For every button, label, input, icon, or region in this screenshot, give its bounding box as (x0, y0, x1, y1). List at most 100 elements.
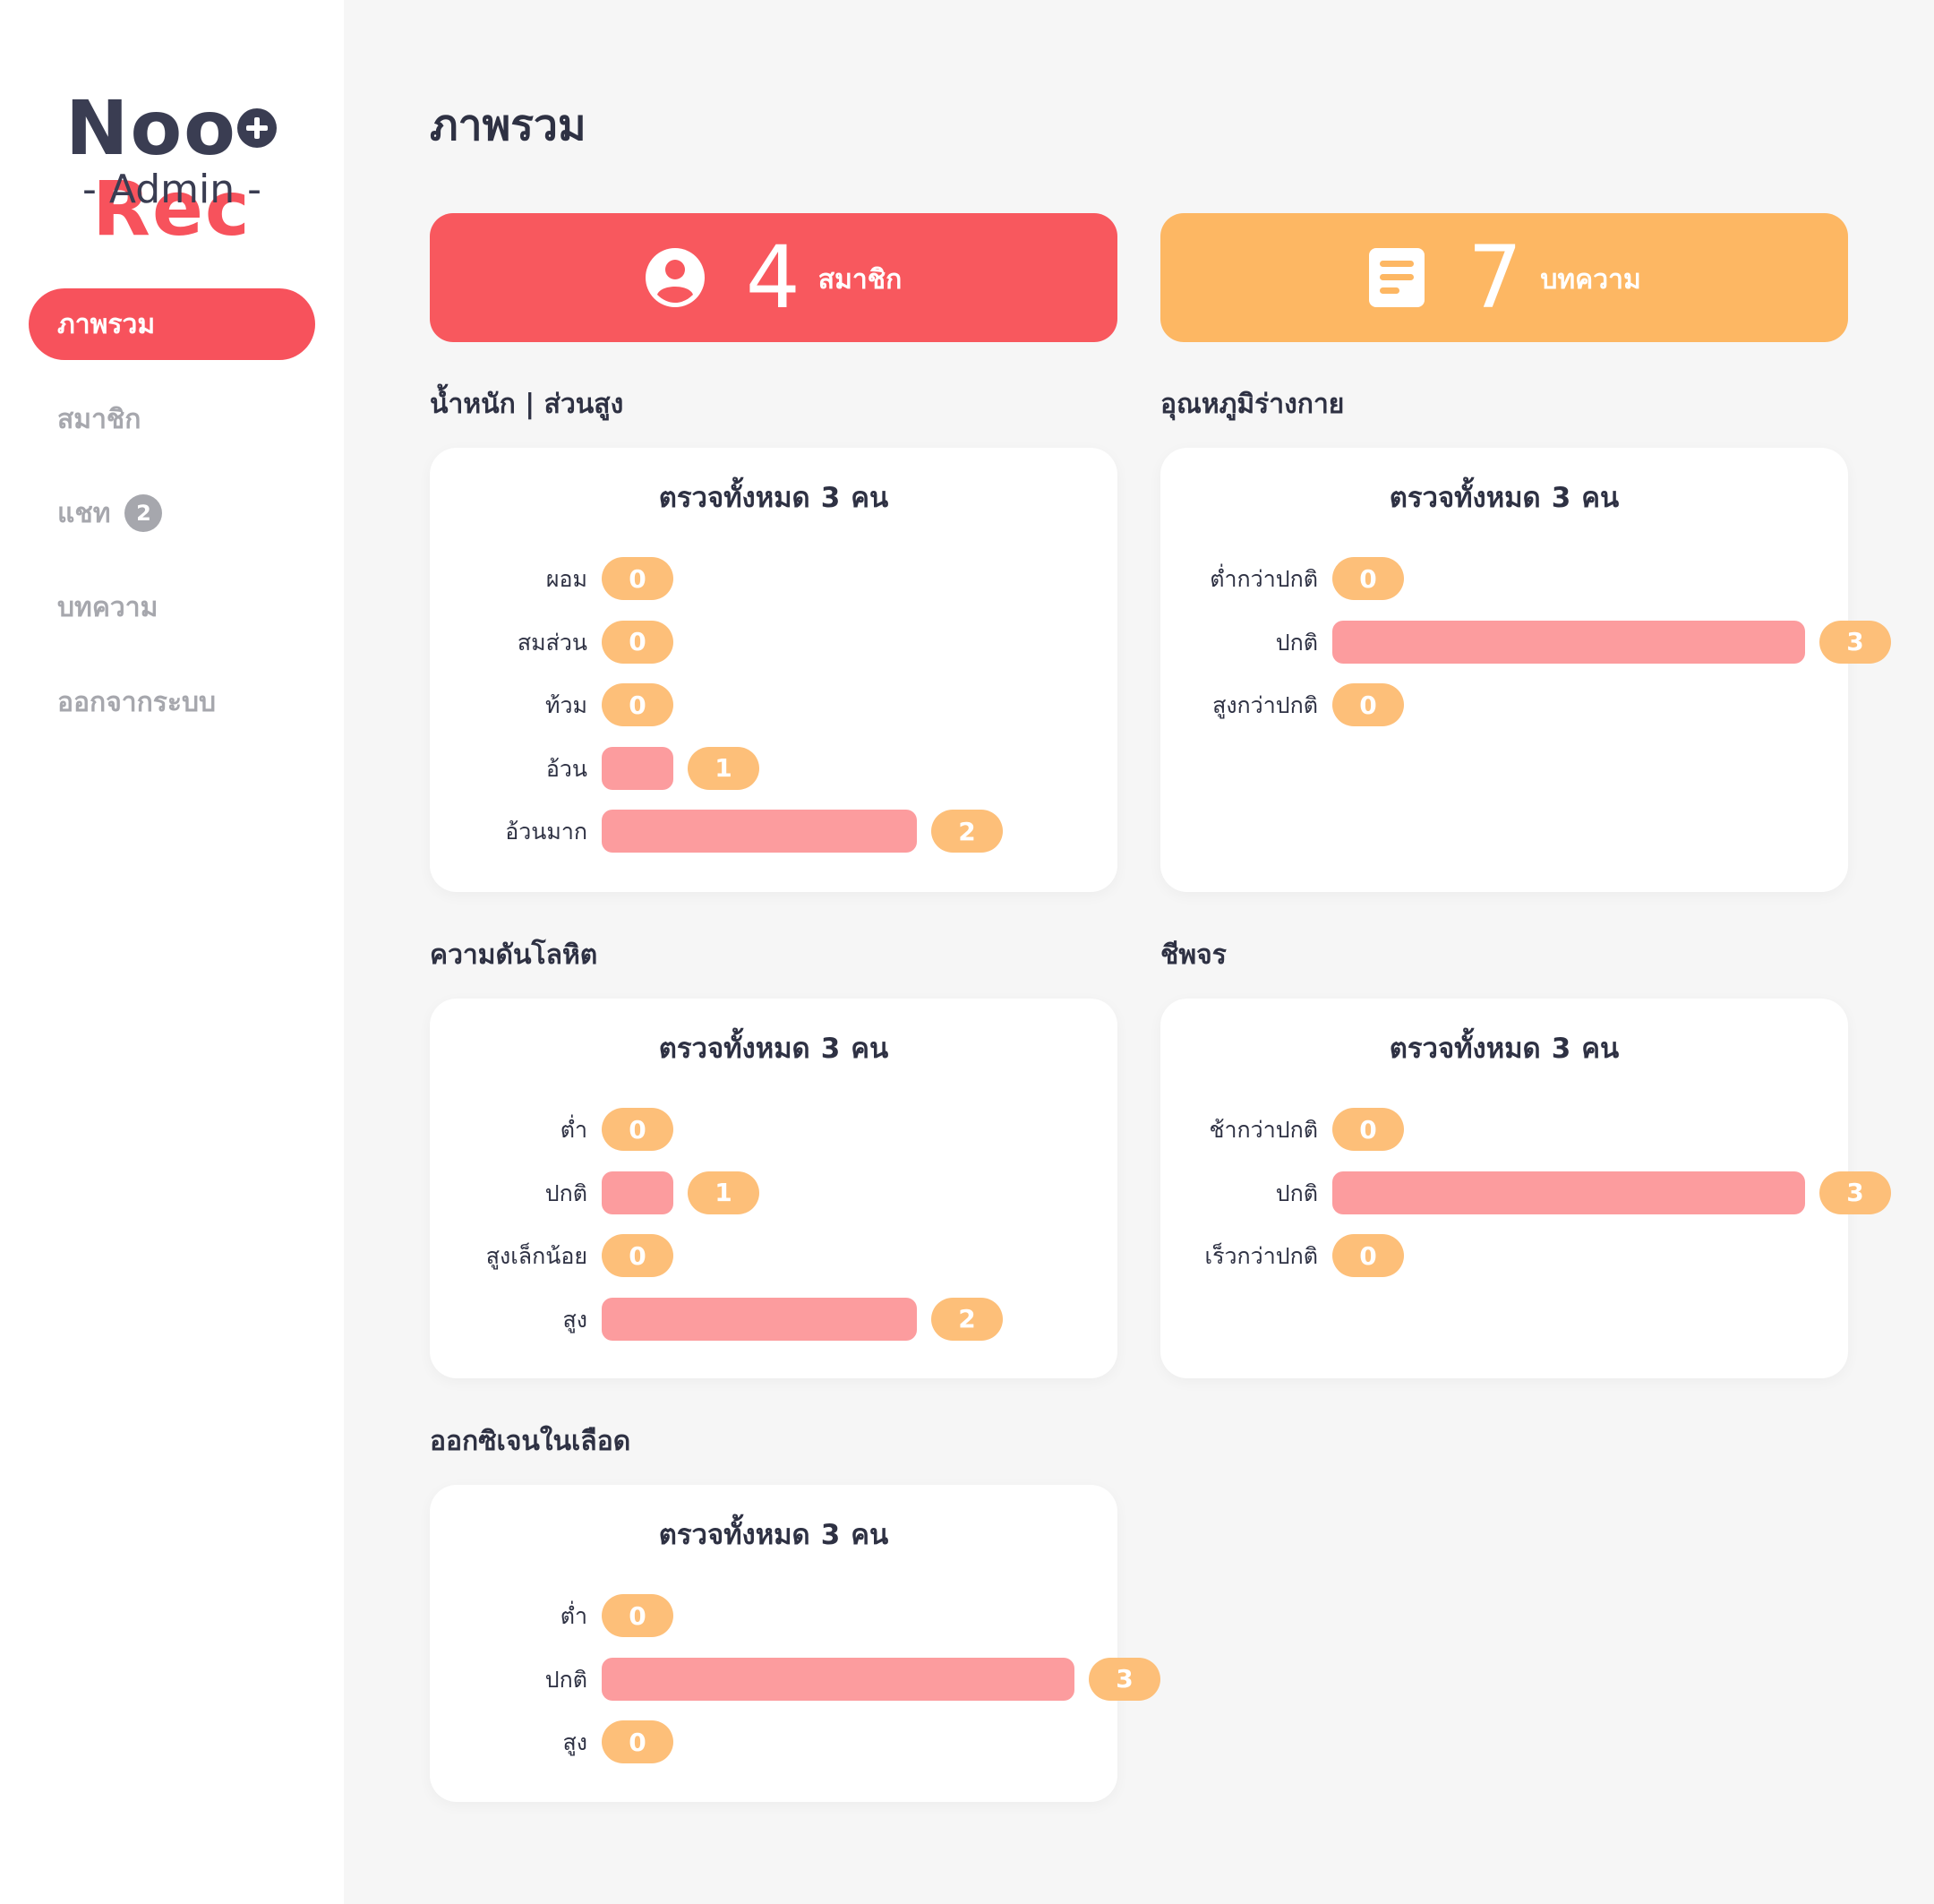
chart-value-pill: 3 (1089, 1657, 1160, 1701)
chart-value-pill: 0 (1332, 683, 1404, 726)
articles-stat-card[interactable]: 7 บทความ (1160, 213, 1848, 342)
sidebar-item-articles[interactable]: บทความ (29, 571, 315, 643)
chat-count-badge: 2 (124, 494, 163, 532)
chart-value-pill: 0 (602, 1594, 673, 1637)
chart-row: อ้วน 1 (430, 746, 1117, 792)
sidebar-item-label: บทความ (57, 591, 158, 623)
panel-header: ตรวจทั้งหมด 3 คน (430, 478, 1117, 518)
chart-row-label: ปกติ (544, 1666, 587, 1693)
chart-bar (1332, 620, 1805, 664)
chart-value-pill: 0 (602, 1108, 673, 1151)
panel-header: ตรวจทั้งหมด 3 คน (430, 1515, 1117, 1555)
chart-row-label: สูง (562, 1306, 587, 1333)
chart-value-pill: 2 (931, 810, 1003, 853)
panel-total: 3 (820, 482, 841, 514)
panel-header: ตรวจทั้งหมด 3 คน (1160, 1029, 1848, 1068)
chart-value-pill: 0 (602, 683, 673, 726)
members-stat-card[interactable]: 4 สมาชิก (430, 213, 1117, 342)
panel-header-prefix: ตรวจทั้งหมด (658, 1033, 810, 1065)
chart-row-label: ปกติ (1275, 629, 1318, 656)
sidebar-item-overview[interactable]: ภาพรวม (29, 288, 315, 360)
medical-plus-icon (236, 108, 277, 149)
chart-bar (602, 1297, 917, 1341)
pulse-panel: ตรวจทั้งหมด 3 คน ช้ากว่าปกติ 0 ปกติ 3 เร็วกว่า… (1160, 999, 1891, 1378)
chart-bar (1332, 1171, 1805, 1214)
chart-row: ต่ำ 0 (430, 1108, 1117, 1153)
chart-value-pill: 1 (688, 746, 759, 790)
sidebar-item-logout[interactable]: ออกจากระบบ (29, 666, 315, 738)
sidebar-item-label: สมาชิก (57, 403, 141, 435)
chart-row: ปกติ 3 (1160, 620, 1891, 665)
chart-row-label: ต่ำ (560, 1117, 587, 1143)
panel-header-prefix: ตรวจทั้งหมด (658, 482, 810, 514)
chart-row-label: ปกติ (544, 1179, 587, 1206)
chart-row: ปกติ 1 (430, 1171, 1117, 1216)
section-title-blood-pressure: ความดันโลหิต (430, 939, 598, 971)
chart-row: สมส่วน 0 (430, 620, 1117, 665)
chart-row-label: สูง (562, 1729, 587, 1755)
section-title-temperature: อุณหภูมิร่างกาย (1160, 389, 1345, 420)
chart-value-pill: 2 (931, 1297, 1003, 1341)
temperature-panel: ตรวจทั้งหมด 3 คน ต่ำกว่าปกติ 0 ปกติ 3 สูงกว่าป… (1160, 448, 1891, 892)
chart-bar (602, 1171, 673, 1214)
chart-row-label: สูงกว่าปกติ (1212, 692, 1318, 718)
panel-header-prefix: ตรวจทั้งหมด (1389, 1033, 1541, 1065)
chart-bar (602, 810, 917, 853)
chart-value-pill: 0 (602, 557, 673, 600)
sidebar-item-label: ออกจากระบบ (57, 686, 217, 718)
sidebar-item-label: ภาพรวม (57, 308, 156, 340)
logo-subtitle: - Admin - (82, 167, 261, 212)
chart-bar (602, 746, 673, 790)
panel-header-suffix: คน (1581, 482, 1620, 514)
chart-row: สูง 0 (430, 1720, 1117, 1765)
sidebar-item-members[interactable]: สมาชิก (29, 383, 315, 455)
chart-row: ต่ำ 0 (430, 1594, 1117, 1639)
chart-row: ต่ำกว่าปกติ 0 (1160, 557, 1848, 602)
chart-value-pill: 0 (1332, 1108, 1404, 1151)
chart-row: ผอม 0 (430, 557, 1117, 602)
members-count: 4 (745, 227, 800, 328)
chart-row-label: ช้ากว่าปกติ (1209, 1117, 1318, 1143)
sidebar-item-label: แชท (57, 497, 111, 529)
chart-row-label: อ้วนมาก (505, 819, 587, 845)
chart-row: สูงเล็กน้อย 0 (430, 1234, 1117, 1279)
chart-row-label: สมส่วน (517, 629, 587, 656)
chart-value-pill: 0 (602, 620, 673, 664)
chart-row-label: ต่ำกว่าปกติ (1210, 566, 1318, 592)
chart-value-pill: 0 (602, 1720, 673, 1763)
panel-header-suffix: คน (1581, 1033, 1620, 1065)
chart-row: ปกติ 3 (1160, 1171, 1891, 1216)
chart-row: ปกติ 3 (430, 1657, 1160, 1702)
weight-height-panel: ตรวจทั้งหมด 3 คน ผอม 0 สมส่วน 0 ท้วม 0 อ้วน 1 อ้วน… (430, 448, 1117, 892)
chart-row-label: อ้วน (545, 755, 587, 782)
members-label: สมาชิก (817, 263, 903, 296)
chart-row: สูงกว่าปกติ 0 (1160, 683, 1848, 728)
panel-header-suffix: คน (851, 1033, 889, 1065)
panel-header-suffix: คน (851, 482, 889, 514)
panel-header-suffix: คน (851, 1519, 889, 1551)
panel-header: ตรวจทั้งหมด 3 คน (430, 1029, 1117, 1068)
chart-bar (602, 1657, 1074, 1701)
page-title: ภาพรวม (430, 100, 586, 150)
articles-label: บทความ (1540, 263, 1641, 296)
panel-total: 3 (1551, 1033, 1571, 1065)
oxygen-panel: ตรวจทั้งหมด 3 คน ต่ำ 0 ปกติ 3 สูง 0 (430, 1485, 1160, 1802)
chart-value-pill: 0 (602, 1234, 673, 1277)
chart-row: สูง 2 (430, 1297, 1117, 1342)
panel-header: ตรวจทั้งหมด 3 คน (1160, 478, 1848, 518)
sidebar: NooRec - Admin - ภาพรวม สมาชิก แชท 2 บทค… (0, 0, 344, 1904)
chart-row-label: ท้วม (545, 692, 587, 718)
chart-value-pill: 1 (688, 1171, 759, 1214)
chart-row-label: ต่ำ (560, 1603, 587, 1629)
chart-row-label: ปกติ (1275, 1179, 1318, 1206)
panel-total: 3 (1551, 482, 1571, 514)
chart-value-pill: 0 (1332, 1234, 1404, 1277)
section-title-pulse: ชีพจร (1160, 939, 1227, 971)
sidebar-item-chat[interactable]: แชท 2 (29, 477, 315, 549)
chart-row: อ้วนมาก 2 (430, 810, 1117, 854)
panel-header-prefix: ตรวจทั้งหมด (1389, 482, 1541, 514)
chart-row: ท้วม 0 (430, 683, 1117, 728)
chart-value-pill: 0 (1332, 557, 1404, 600)
logo-text-noo: Noo (65, 84, 237, 172)
chart-row-label: ผอม (545, 566, 587, 592)
